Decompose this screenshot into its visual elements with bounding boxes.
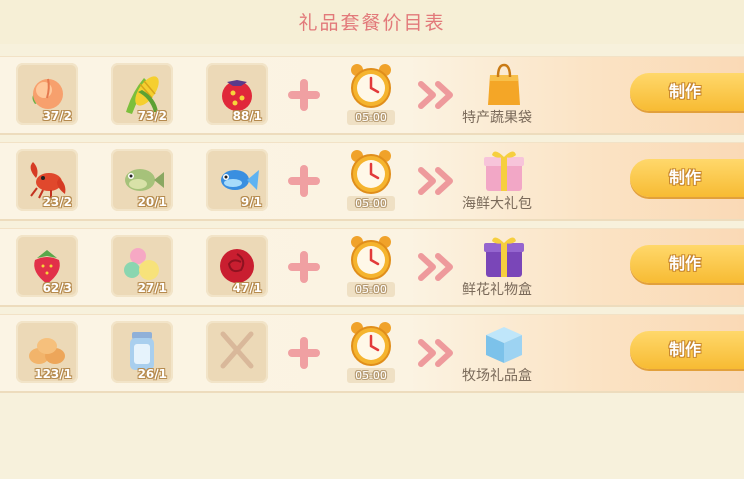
product-name: 牧场礼品盒 — [462, 368, 532, 384]
ingredient-count: 88/1 — [232, 109, 262, 123]
ingredient-slot[interactable]: 73/2 — [111, 63, 173, 125]
gift-box-pink-icon — [484, 151, 524, 191]
ingredient-slot[interactable]: 27/1 — [111, 235, 173, 297]
ingredient-count: 9/1 — [240, 195, 262, 209]
ingredient-count: 62/3 — [42, 281, 72, 295]
recipe-row: 37/2 73/2 88/1 05:00 特产蔬果袋 制作 — [0, 56, 744, 135]
ingredient-count: 23/2 — [42, 195, 72, 209]
craft-time: 05:00 — [347, 368, 395, 383]
ingredient-slot[interactable]: 88/1 — [206, 63, 268, 125]
ingredient-count: 37/2 — [42, 109, 72, 123]
ingredient-count: 26/1 — [137, 367, 167, 381]
plus-icon — [288, 251, 320, 283]
double-arrow-icon — [418, 167, 453, 195]
plus-icon — [288, 79, 320, 111]
craft-time: 05:00 — [347, 196, 395, 211]
make-button[interactable]: 制作 — [630, 159, 744, 197]
ingredient-slot[interactable]: 23/2 — [16, 149, 78, 211]
product-name: 特产蔬果袋 — [462, 110, 532, 126]
make-button-label: 制作 — [668, 340, 701, 359]
make-button-label: 制作 — [668, 82, 701, 101]
ingredient-count: 73/2 — [137, 109, 167, 123]
alarm-clock-icon — [351, 322, 391, 366]
ingredient-slot[interactable]: 62/3 — [16, 235, 78, 297]
empty-ingredient-slot — [206, 321, 268, 383]
make-button-label: 制作 — [668, 168, 701, 187]
product-name: 鲜花礼物盒 — [462, 282, 532, 298]
make-button[interactable]: 制作 — [630, 73, 744, 111]
alarm-clock-icon — [351, 150, 391, 194]
product-name: 海鲜大礼包 — [462, 196, 532, 212]
page-title: 礼品套餐价目表 — [298, 12, 446, 34]
double-arrow-icon — [418, 253, 453, 281]
ingredient-slot[interactable]: 47/1 — [206, 235, 268, 297]
gift-box-blue-icon — [486, 327, 522, 363]
alarm-clock-icon — [351, 64, 391, 108]
ingredient-count: 47/1 — [232, 281, 262, 295]
alarm-clock-icon — [351, 236, 391, 280]
recipe-row: 23/2 20/1 9/1 05:00 海鲜大礼包 制作 — [0, 142, 744, 221]
ingredient-count: 20/1 — [137, 195, 167, 209]
ingredient-count: 123/1 — [34, 367, 72, 381]
ingredient-count: 27/1 — [137, 281, 167, 295]
recipe-row: 123/1 26/1 05:00 牧场礼品盒 制作 — [0, 314, 744, 393]
gift-box-purple-icon — [484, 237, 524, 277]
double-arrow-icon — [418, 339, 453, 367]
shopping-bag-icon — [488, 63, 520, 105]
plus-icon — [288, 165, 320, 197]
double-arrow-icon — [418, 81, 453, 109]
make-button[interactable]: 制作 — [630, 331, 744, 369]
ingredient-slot[interactable]: 26/1 — [111, 321, 173, 383]
ingredient-slot[interactable]: 20/1 — [111, 149, 173, 211]
recipe-row: 62/3 27/1 47/1 05:00 鲜花礼物盒 制作 — [0, 228, 744, 307]
ingredient-slot[interactable]: 9/1 — [206, 149, 268, 211]
ingredient-slot[interactable]: 123/1 — [16, 321, 78, 383]
craft-time: 05:00 — [347, 282, 395, 297]
empty-slot-icon — [220, 331, 254, 369]
craft-time: 05:00 — [347, 110, 395, 125]
plus-icon — [288, 337, 320, 369]
make-button[interactable]: 制作 — [630, 245, 744, 283]
title-bar: 礼品套餐价目表 — [0, 0, 744, 44]
make-button-label: 制作 — [668, 254, 701, 273]
ingredient-slot[interactable]: 37/2 — [16, 63, 78, 125]
